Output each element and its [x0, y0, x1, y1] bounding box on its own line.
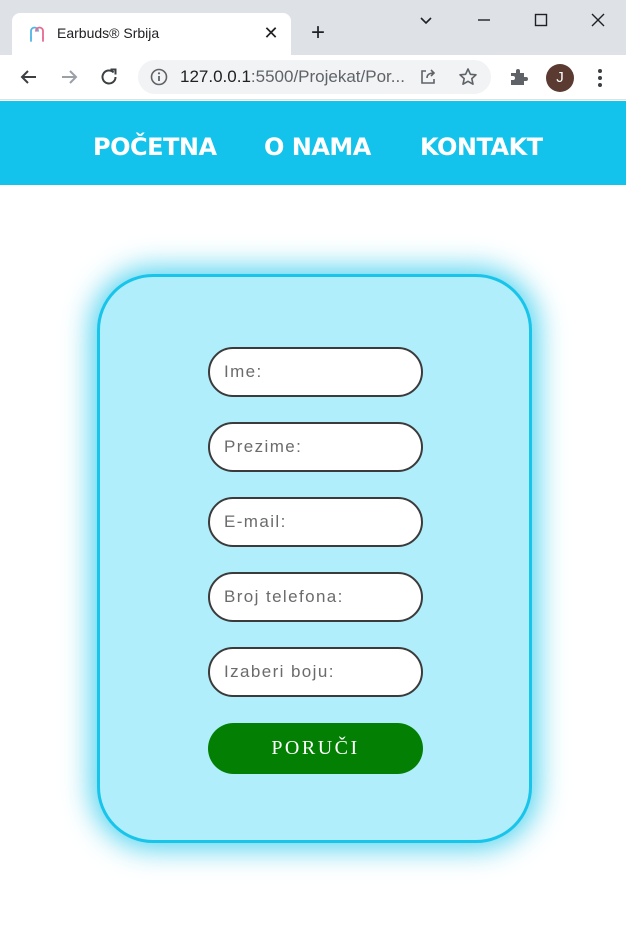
color-input[interactable] [208, 647, 423, 697]
bookmark-star-icon[interactable] [458, 67, 478, 87]
tab-search-chevron-icon[interactable] [414, 8, 438, 32]
window-close-icon[interactable] [586, 8, 610, 32]
tab-title: Earbuds® Srbija [57, 25, 160, 41]
email-input[interactable] [208, 497, 423, 547]
reload-icon[interactable] [97, 65, 121, 89]
extensions-puzzle-icon[interactable] [508, 66, 530, 88]
address-bar[interactable]: 127.0.0.1:5500/Projekat/Por... [138, 60, 491, 94]
maximize-icon[interactable] [529, 8, 553, 32]
profile-avatar[interactable]: J [546, 64, 574, 92]
more-menu-icon[interactable] [590, 66, 610, 90]
new-tab-icon[interactable]: + [306, 21, 330, 45]
back-arrow-icon[interactable] [17, 65, 41, 89]
browser-tab[interactable]: Earbuds® Srbija ✕ [12, 13, 291, 55]
order-submit-button[interactable]: PORUČI [208, 723, 423, 774]
site-info-icon[interactable] [150, 68, 168, 86]
page-content: POČETNA O NAMA KONTAKT PORUČI [0, 101, 626, 938]
share-icon[interactable] [419, 68, 437, 86]
browser-titlebar: Earbuds® Srbija ✕ + [0, 0, 626, 55]
url-host: 127.0.0.1 [180, 67, 251, 86]
forward-arrow-icon[interactable] [57, 65, 81, 89]
site-navbar: POČETNA O NAMA KONTAKT [0, 101, 626, 185]
first-name-input[interactable] [208, 347, 423, 397]
url-text: 127.0.0.1:5500/Projekat/Por... [180, 67, 405, 87]
nav-link-kontakt[interactable]: KONTAKT [420, 133, 543, 161]
nav-link-pocetna[interactable]: POČETNA [93, 133, 217, 161]
phone-input[interactable] [208, 572, 423, 622]
earbuds-favicon-icon [30, 26, 44, 42]
nav-link-o-nama[interactable]: O NAMA [264, 133, 371, 161]
order-form-card: PORUČI [97, 274, 532, 843]
tab-close-icon[interactable]: ✕ [262, 24, 280, 42]
url-path: :5500/Projekat/Por... [250, 67, 405, 86]
last-name-input[interactable] [208, 422, 423, 472]
browser-toolbar: 127.0.0.1:5500/Projekat/Por... [0, 55, 626, 100]
minimize-icon[interactable] [472, 8, 496, 32]
